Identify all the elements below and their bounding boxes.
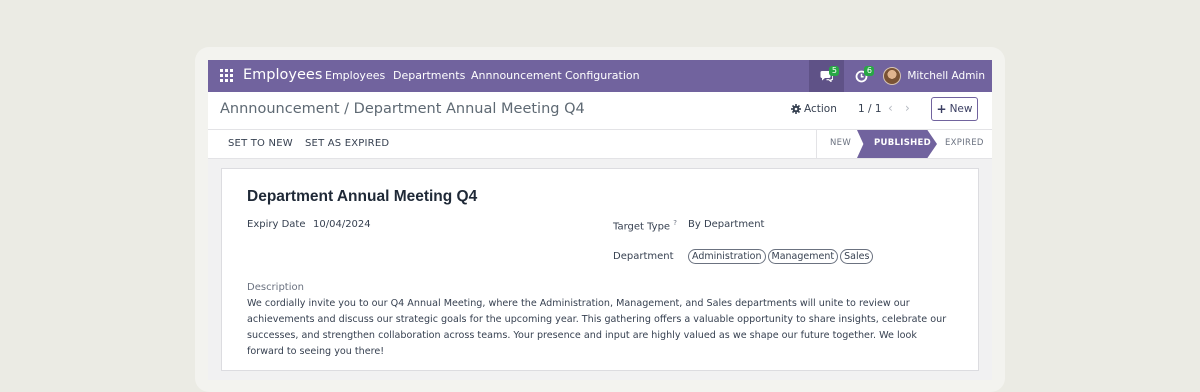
chevron-right-icon[interactable]: › [905, 101, 910, 115]
menu-employees[interactable]: Employees [325, 69, 385, 82]
new-button[interactable]: + New [931, 97, 978, 121]
gear-icon [791, 104, 801, 114]
stage-new[interactable]: NEW [830, 138, 851, 148]
tag-sales[interactable]: Sales [840, 249, 874, 264]
chat-count-badge: 5 [829, 66, 840, 76]
record-title[interactable]: Department Annual Meeting Q4 [247, 188, 477, 206]
user-name: Mitchell Admin [907, 70, 985, 82]
target-type-field[interactable]: By Department [688, 219, 764, 230]
avatar [883, 67, 902, 85]
chat-button[interactable]: 5 [809, 60, 845, 92]
department-label: Department [613, 251, 674, 262]
user-menu[interactable]: Mitchell Admin [879, 60, 992, 92]
action-button[interactable]: Action [791, 103, 837, 115]
status-bar: SET TO NEW SET AS EXPIRED NEW PUBLISHED … [208, 130, 992, 159]
target-type-label: Target Type [613, 221, 671, 233]
expiry-date-label: Expiry Date [247, 219, 306, 230]
breadcrumb[interactable]: Annnouncement / Department Annual Meetin… [220, 101, 585, 117]
systray: 5 6 Mitchell Admin [809, 60, 992, 92]
app-name[interactable]: Employees [243, 67, 322, 83]
help-icon[interactable]: ? [673, 219, 677, 227]
apps-grid-icon[interactable] [220, 69, 233, 82]
pager-value[interactable]: 1 / 1 [858, 103, 882, 115]
odoo-app: Employees Employees Departments Annnounc… [208, 60, 992, 380]
menu-configuration[interactable]: Configuration [565, 69, 640, 82]
top-navbar: Employees Employees Departments Annnounc… [208, 60, 992, 92]
control-panel: Annnouncement / Department Annual Meetin… [208, 92, 992, 130]
form-sheet: Department Annual Meeting Q4 Expiry Date… [221, 168, 979, 371]
expiry-date-field[interactable]: 10/04/2024 [313, 219, 371, 230]
activity-button[interactable]: 6 [844, 60, 879, 92]
tag-management[interactable]: Management [767, 249, 839, 264]
description-field[interactable]: We cordially invite you to our Q4 Annual… [247, 296, 947, 360]
action-label: Action [804, 103, 837, 115]
target-type-label-wrap: Target Type ? [613, 219, 677, 232]
department-tags[interactable]: Administration Management Sales [688, 249, 874, 264]
set-to-new-button[interactable]: SET TO NEW [228, 138, 293, 149]
plus-icon: + [936, 102, 947, 116]
stage-published[interactable]: PUBLISHED [874, 138, 931, 148]
description-label: Description [247, 282, 304, 293]
menu-announcement[interactable]: Annnouncement [471, 69, 562, 82]
activity-count-badge: 6 [864, 66, 875, 76]
new-label: New [949, 103, 973, 115]
menu-departments[interactable]: Departments [393, 69, 465, 82]
tag-administration[interactable]: Administration [688, 249, 766, 264]
stage-expired[interactable]: EXPIRED [945, 138, 984, 148]
chevron-left-icon[interactable]: ‹ [888, 101, 893, 115]
stage-pipeline: NEW PUBLISHED EXPIRED [816, 130, 992, 158]
set-as-expired-button[interactable]: SET AS EXPIRED [305, 138, 389, 149]
